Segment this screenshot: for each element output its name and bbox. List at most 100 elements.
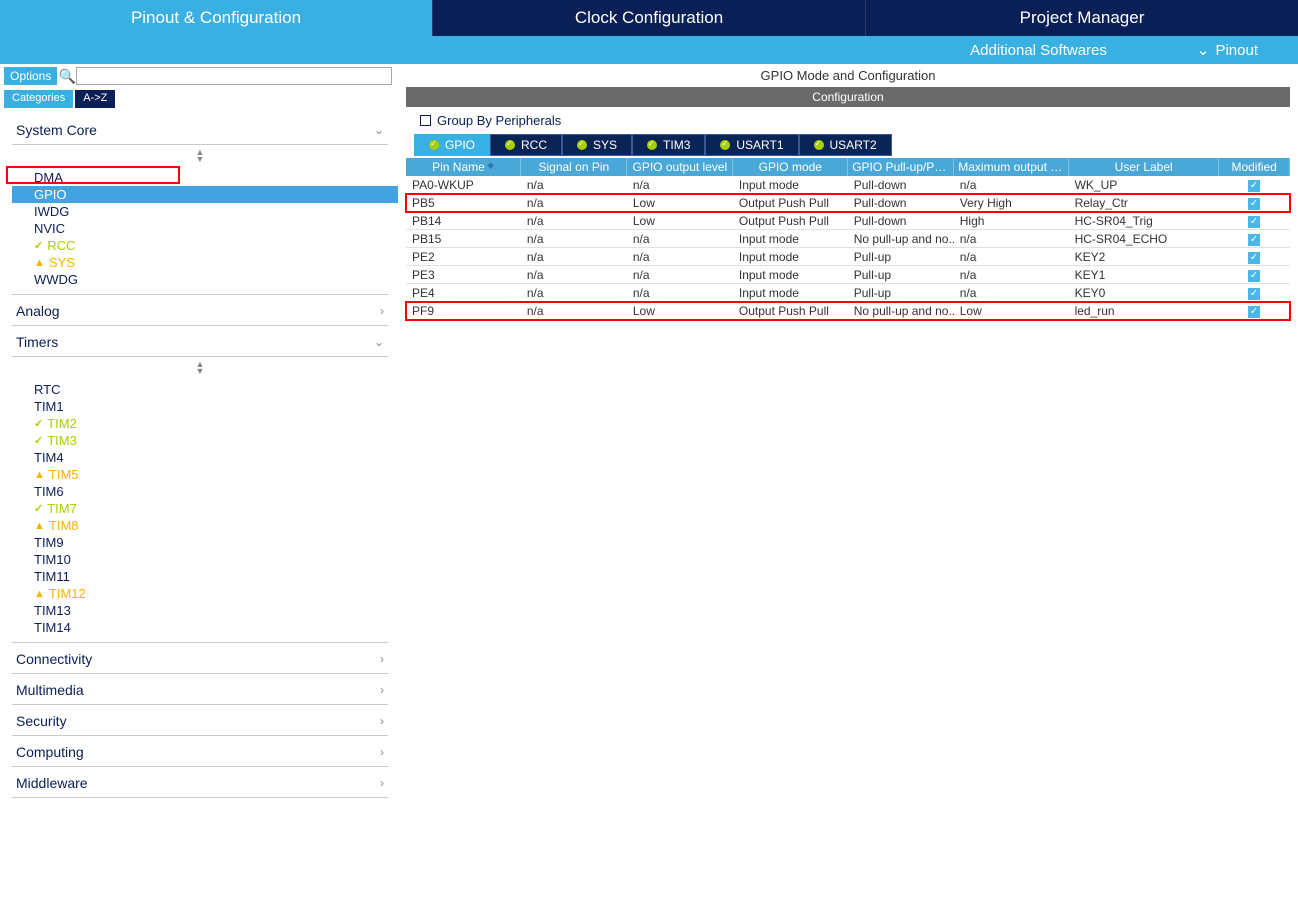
cell-out[interactable]: Low (627, 212, 733, 230)
tree-item-tim5[interactable]: ▲TIM5 (34, 466, 388, 483)
cell-sig[interactable]: n/a (521, 248, 627, 266)
tab-clock-config[interactable]: Clock Configuration (432, 0, 865, 36)
cell-label[interactable]: KEY1 (1069, 266, 1219, 284)
column-header[interactable]: User Label (1069, 158, 1219, 176)
cell-pin[interactable]: PB14 (406, 212, 521, 230)
tab-project-mgr[interactable]: Project Manager (865, 0, 1298, 36)
column-header[interactable]: Modified (1219, 158, 1290, 176)
tree-item-sys[interactable]: ▲SYS (34, 254, 388, 271)
cell-pull[interactable]: Pull-down (848, 212, 954, 230)
tree-item-nvic[interactable]: NVIC (34, 220, 388, 237)
cell-modified[interactable]: ✓ (1219, 176, 1290, 194)
tree-item-iwdg[interactable]: IWDG (34, 203, 388, 220)
checkbox-icon[interactable] (420, 115, 431, 126)
cell-pull[interactable]: No pull-up and no... (848, 230, 954, 248)
cell-mode[interactable]: Output Push Pull (733, 212, 848, 230)
cell-label[interactable]: HC-SR04_ECHO (1069, 230, 1219, 248)
cell-modified[interactable]: ✓ (1219, 230, 1290, 248)
table-row[interactable]: PE4n/an/aInput modePull-upn/aKEY0✓ (406, 284, 1290, 302)
cell-pull[interactable]: No pull-up and no... (848, 302, 954, 320)
cell-modified[interactable]: ✓ (1219, 212, 1290, 230)
tab-pinout-config[interactable]: Pinout & Configuration (0, 0, 432, 36)
group-by-peripherals[interactable]: Group By Peripherals (406, 107, 1290, 134)
cell-out[interactable]: Low (627, 302, 733, 320)
cell-mode[interactable]: Output Push Pull (733, 194, 848, 212)
cell-speed[interactable]: n/a (954, 248, 1069, 266)
tree-item-wwdg[interactable]: WWDG (34, 271, 388, 288)
cell-pin[interactable]: PF9 (406, 302, 521, 320)
cell-modified[interactable]: ✓ (1219, 302, 1290, 320)
tree-item-rcc[interactable]: ✓RCC (34, 237, 388, 254)
updown-icon[interactable]: ▲▼ (12, 145, 388, 167)
cell-pin[interactable]: PB15 (406, 230, 521, 248)
cell-pull[interactable]: Pull-down (848, 176, 954, 194)
cell-mode[interactable]: Input mode (733, 284, 848, 302)
cell-sig[interactable]: n/a (521, 212, 627, 230)
cell-speed[interactable]: n/a (954, 266, 1069, 284)
cell-speed[interactable]: n/a (954, 284, 1069, 302)
table-row[interactable]: PB5n/aLowOutput Push PullPull-downVery H… (406, 194, 1290, 212)
tree-item-gpio[interactable]: GPIO (12, 186, 398, 203)
peripheral-tab-gpio[interactable]: GPIO (414, 134, 490, 156)
tree-item-tim8[interactable]: ▲TIM8 (34, 517, 388, 534)
table-row[interactable]: PF9n/aLowOutput Push PullNo pull-up and … (406, 302, 1290, 320)
section-timers[interactable]: Timers ⌄ (12, 326, 388, 357)
tree-item-tim12[interactable]: ▲TIM12 (34, 585, 388, 602)
cell-mode[interactable]: Input mode (733, 176, 848, 194)
section-connectivity[interactable]: Connectivity › (12, 643, 388, 674)
cell-speed[interactable]: n/a (954, 230, 1069, 248)
cell-label[interactable]: Relay_Ctr (1069, 194, 1219, 212)
tree-item-tim3[interactable]: ✓TIM3 (34, 432, 388, 449)
cell-mode[interactable]: Input mode (733, 230, 848, 248)
cell-pin[interactable]: PE3 (406, 266, 521, 284)
cell-mode[interactable]: Input mode (733, 266, 848, 284)
cell-pin[interactable]: PB5 (406, 194, 521, 212)
cell-pin[interactable]: PE4 (406, 284, 521, 302)
tab-categories[interactable]: Categories (4, 90, 73, 108)
cell-pull[interactable]: Pull-up (848, 284, 954, 302)
peripheral-tab-usart2[interactable]: USART2 (799, 134, 892, 156)
cell-out[interactable]: n/a (627, 284, 733, 302)
tree-item-tim13[interactable]: TIM13 (34, 602, 388, 619)
tree-item-tim4[interactable]: TIM4 (34, 449, 388, 466)
cell-pull[interactable]: Pull-down (848, 194, 954, 212)
tree-item-tim6[interactable]: TIM6 (34, 483, 388, 500)
column-header[interactable]: GPIO output level (627, 158, 733, 176)
cell-out[interactable]: n/a (627, 176, 733, 194)
cell-speed[interactable]: Very High (954, 194, 1069, 212)
section-multimedia[interactable]: Multimedia › (12, 674, 388, 705)
options-button[interactable]: Options (4, 67, 57, 85)
search-input[interactable] (76, 67, 392, 85)
table-row[interactable]: PB15n/an/aInput modeNo pull-up and no...… (406, 230, 1290, 248)
column-header[interactable]: GPIO Pull-up/Pull-... (848, 158, 954, 176)
tree-item-rtc[interactable]: RTC (34, 381, 388, 398)
cell-out[interactable]: n/a (627, 230, 733, 248)
column-header[interactable]: Pin Name ◆ (406, 158, 521, 176)
cell-out[interactable]: n/a (627, 248, 733, 266)
cell-mode[interactable]: Input mode (733, 248, 848, 266)
tree-item-tim7[interactable]: ✓TIM7 (34, 500, 388, 517)
cell-speed[interactable]: n/a (954, 176, 1069, 194)
cell-label[interactable]: WK_UP (1069, 176, 1219, 194)
section-middleware[interactable]: Middleware › (12, 767, 388, 798)
peripheral-tab-rcc[interactable]: RCC (490, 134, 562, 156)
peripheral-tab-sys[interactable]: SYS (562, 134, 632, 156)
cell-mode[interactable]: Output Push Pull (733, 302, 848, 320)
cell-modified[interactable]: ✓ (1219, 266, 1290, 284)
tree-item-tim14[interactable]: TIM14 (34, 619, 388, 636)
table-row[interactable]: PB14n/aLowOutput Push PullPull-downHighH… (406, 212, 1290, 230)
cell-label[interactable]: HC-SR04_Trig (1069, 212, 1219, 230)
column-header[interactable]: GPIO mode (733, 158, 848, 176)
cell-pull[interactable]: Pull-up (848, 266, 954, 284)
table-row[interactable]: PE3n/an/aInput modePull-upn/aKEY1✓ (406, 266, 1290, 284)
cell-out[interactable]: n/a (627, 266, 733, 284)
cell-pin[interactable]: PE2 (406, 248, 521, 266)
cell-speed[interactable]: High (954, 212, 1069, 230)
table-row[interactable]: PE2n/an/aInput modePull-upn/aKEY2✓ (406, 248, 1290, 266)
section-system-core[interactable]: System Core ⌄ (12, 114, 388, 145)
tree-item-tim9[interactable]: TIM9 (34, 534, 388, 551)
section-security[interactable]: Security › (12, 705, 388, 736)
cell-pin[interactable]: PA0-WKUP (406, 176, 521, 194)
cell-label[interactable]: KEY2 (1069, 248, 1219, 266)
peripheral-tab-usart1[interactable]: USART1 (705, 134, 798, 156)
